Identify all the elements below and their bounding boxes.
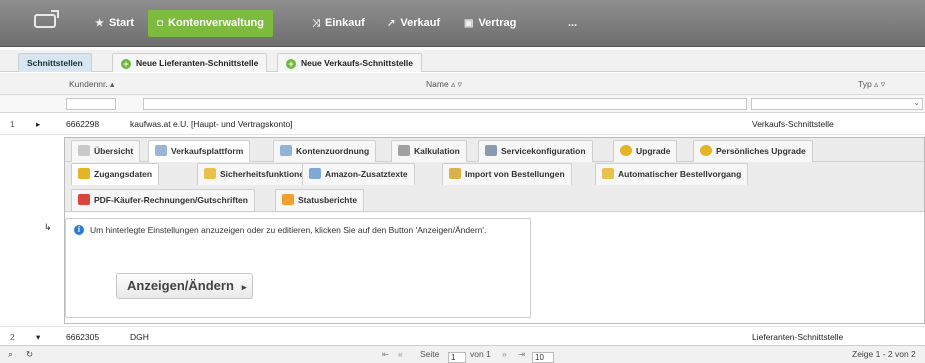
show-edit-button[interactable]: Anzeigen/Ändern ▸ [116, 273, 253, 299]
filter-customer-no-input[interactable] [66, 98, 116, 110]
table-row[interactable]: 1 ▸ 6662298 kaufwas.at e.U. [Haupt- und … [0, 114, 925, 135]
access-data-content: i Um hinterlegte Einstellungen anzuzeige… [65, 213, 924, 323]
upgrade-icon [700, 145, 712, 156]
tab-uebersicht[interactable]: Übersicht [71, 140, 141, 162]
nav-verkauf[interactable]: ↗ Verkauf [378, 10, 449, 37]
tab-upgrade[interactable]: Upgrade [613, 140, 678, 162]
prev-page-button[interactable]: « [398, 349, 403, 359]
tab-sicherheitsfunktionen[interactable]: Sicherheitsfunktionen [197, 163, 317, 185]
column-name[interactable]: Name ▵ ▿ [426, 79, 462, 90]
pdf-icon [78, 194, 90, 205]
next-page-button[interactable]: » [502, 349, 507, 359]
mapping-icon [280, 145, 292, 156]
import-icon [449, 168, 461, 179]
tab-statusberichte[interactable]: Statusberichte [275, 189, 365, 211]
tab-new-supplier-interface[interactable]: + Neue Lieferanten-Schnittstelle [112, 53, 268, 72]
info-box: i Um hinterlegte Einstellungen anzuzeige… [65, 218, 531, 318]
add-icon: + [121, 59, 131, 69]
filter-type-select[interactable]: ⌄ [751, 98, 923, 110]
search-icon[interactable]: ⌕ [8, 349, 13, 360]
upgrade-icon [620, 145, 632, 156]
tab-kontenzuordnung[interactable]: Kontenzuordnung [273, 140, 377, 162]
page-size-select[interactable]: 10 [532, 352, 554, 363]
tab-amazon-zusatztexte[interactable]: Amazon-Zusatztexte [302, 163, 415, 185]
nav-vertrag[interactable]: ▣ Vertrag [455, 10, 525, 37]
filter-row: ⌄ [0, 95, 925, 113]
subgrid-marker: ↳ [44, 222, 52, 232]
detail-tabs: Übersicht Verkaufsplattform Kontenzuordn… [65, 138, 924, 162]
pager: ⌕ ↻ ⇤ « Seite 1 von 1 » ⇥ 10 Zeige 1 - 2… [0, 345, 925, 363]
contract-icon: ▣ [464, 18, 474, 29]
shuffle-icon: ⤨ [312, 18, 320, 29]
accounts-icon: ◘ [157, 18, 164, 29]
nav-kontenverwaltung[interactable]: ◘ Kontenverwaltung [148, 10, 273, 37]
tab-servicekonfiguration[interactable]: Servicekonfiguration [478, 140, 593, 162]
tab-automatischer-bestellvorgang[interactable]: Automatischer Bestellvorgang [595, 163, 749, 185]
tab-schnittstellen[interactable]: Schnittstellen [18, 53, 92, 72]
key-icon [78, 168, 90, 179]
share-icon: ↗ [387, 18, 396, 29]
nav-start[interactable]: ★ Start [86, 10, 143, 37]
column-customer-no[interactable]: Kundennr. ▴ [69, 79, 114, 90]
column-type[interactable]: Typ ▵ ▿ [858, 79, 885, 90]
overview-icon [78, 145, 90, 156]
tab-verkaufsplattform[interactable]: Verkaufsplattform [148, 140, 251, 162]
top-navigation-bar: ★ Start ◘ Kontenverwaltung ⤨ Einkauf ↗ Verka… [0, 0, 925, 47]
calculator-icon [398, 145, 410, 156]
tab-kalkulation[interactable]: Kalkulation [391, 140, 467, 162]
shield-icon [204, 168, 216, 179]
tab-persoenliches-upgrade[interactable]: Persönliches Upgrade [693, 140, 813, 162]
tab-new-sales-interface[interactable]: + Neue Verkaufs-Schnittstelle [277, 53, 422, 72]
tab-zugangsdaten[interactable]: Zugangsdaten [71, 163, 160, 185]
add-icon: + [286, 59, 296, 69]
nav-einkauf[interactable]: ⤨ Einkauf [303, 10, 374, 37]
first-page-button[interactable]: ⇤ [382, 349, 389, 360]
tab-pdf-kaeufer-rechnungen[interactable]: PDF-Käufer-Rechnungen/Gutschriften [71, 189, 255, 211]
filter-name-input[interactable] [143, 98, 747, 110]
platform-subtabs: Zugangsdaten Sicherheitsfunktionen Amazo… [65, 162, 924, 212]
chevron-down-icon: ⌄ [913, 98, 920, 107]
last-page-button[interactable]: ⇥ [518, 349, 525, 360]
amazon-icon [282, 194, 294, 205]
info-text: Um hinterlegte Einstellungen anzuzeigen … [90, 225, 487, 235]
interface-tabstrip: Schnittstellen + Neue Lieferanten-Schnitt… [0, 50, 925, 72]
refresh-icon[interactable]: ↻ [26, 349, 33, 360]
star-icon: ★ [95, 18, 104, 29]
grid-header: Kundennr. ▴ Name ▵ ▿ Typ ▵ ▿ [0, 73, 925, 95]
tab-import-von-bestellungen[interactable]: Import von Bestellungen [442, 163, 572, 185]
caret-right-icon: ▸ [241, 282, 247, 292]
info-icon: i [74, 225, 84, 235]
row-detail-panel: Übersicht Verkaufsplattform Kontenzuordn… [64, 137, 925, 324]
expand-toggle[interactable]: ▸ [36, 114, 40, 135]
lightning-icon [602, 168, 614, 179]
wrench-icon [485, 145, 497, 156]
page-input[interactable]: 1 [448, 352, 466, 363]
nav-more[interactable]: ... [559, 10, 586, 37]
platform-icon [155, 145, 167, 156]
home-icon[interactable] [34, 10, 59, 28]
table-row[interactable]: 2 ▾ 6662305 DGH Lieferanten-Schnittstell… [0, 326, 925, 347]
speech-bubble-icon [309, 168, 321, 179]
record-summary: Zeige 1 - 2 von 2 [852, 349, 916, 359]
